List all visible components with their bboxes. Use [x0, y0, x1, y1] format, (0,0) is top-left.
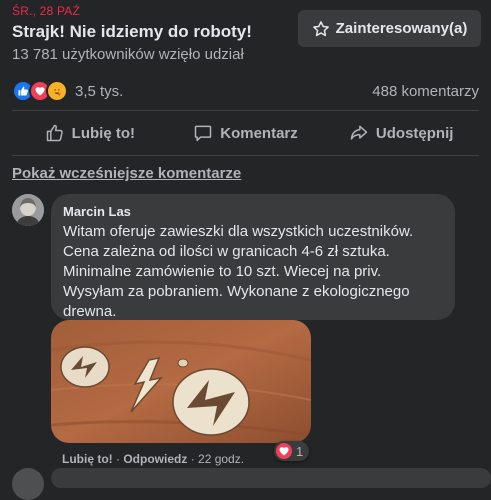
comment-reply-link[interactable]: Odpowiedz [123, 452, 187, 466]
participants-count: 13 781 użytkowników wzięło udział [12, 46, 244, 63]
comment-actions: Lubię to! · Odpowiedz · 22 godz. [62, 452, 245, 466]
avatar[interactable] [12, 194, 44, 226]
share-icon [350, 125, 368, 140]
divider [12, 110, 479, 111]
like-button[interactable]: Lubię to! [12, 116, 168, 150]
thumbs-up-icon [46, 124, 63, 142]
avatar-photo [12, 194, 44, 226]
like-label: Lubię to! [71, 124, 135, 142]
care-icon [46, 80, 68, 102]
post-action-bar: Lubię to! Komentarz Udostępnij [12, 116, 479, 150]
comment-time[interactable]: 22 godz. [198, 452, 244, 466]
comment-reaction-badge[interactable]: 1 [274, 441, 310, 461]
wooden-pendants-photo [51, 320, 311, 443]
love-icon [276, 443, 292, 459]
reaction-count[interactable]: 3,5 tys. [75, 83, 123, 100]
comment-like-link[interactable]: Lubię to! [62, 452, 113, 466]
star-outline-icon [312, 20, 329, 36]
comment-label: Komentarz [220, 124, 298, 142]
comment-bubble: Marcin Las Witam oferuje zawieszki dla w… [51, 194, 455, 320]
event-title[interactable]: Strajk! Nie idziemy do roboty! [12, 22, 252, 42]
comment-text: Witam oferuje zawieszki dla wszystkich u… [63, 223, 414, 320]
comment-count[interactable]: 488 komentarzy [372, 83, 479, 100]
interested-label: Zainteresowany(a) [335, 20, 468, 37]
comment-reaction-count: 1 [296, 443, 304, 459]
divider [12, 155, 479, 156]
event-date: ŚR., 28 PAŹ [12, 4, 81, 18]
reaction-icons[interactable] [12, 80, 68, 102]
comment-icon [195, 125, 212, 142]
avatar[interactable] [12, 468, 44, 500]
comment-bubble [51, 468, 491, 488]
reactions-summary: 3,5 tys. 488 komentarzy [12, 80, 479, 102]
share-button[interactable]: Udostępnij [323, 116, 479, 150]
show-previous-comments-link[interactable]: Pokaż wcześniejsze komentarze [12, 165, 241, 182]
comment-attachment-image[interactable] [51, 320, 311, 443]
comment-button[interactable]: Komentarz [168, 116, 324, 150]
share-label: Udostępnij [375, 124, 454, 142]
comment-author[interactable]: Marcin Las [63, 204, 443, 219]
interested-button[interactable]: Zainteresowany(a) [298, 10, 481, 47]
